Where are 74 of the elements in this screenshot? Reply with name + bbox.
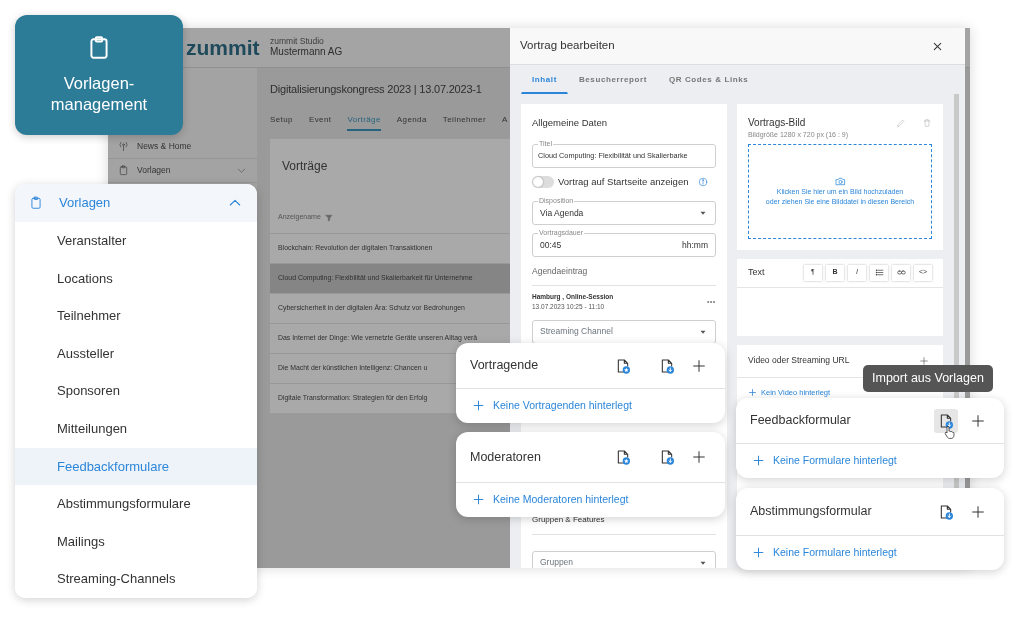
plus-icon (691, 449, 707, 465)
menu-item[interactable]: Mailings (15, 522, 257, 561)
tab[interactable]: Event (308, 113, 332, 131)
list-button[interactable] (870, 264, 888, 281)
document-star-icon (615, 449, 631, 465)
tab[interactable]: Setup (270, 113, 293, 131)
add-link[interactable]: Keine Formulare hinterlegt (773, 544, 897, 561)
org-name: Mustermann AG (270, 46, 343, 59)
plus-icon (970, 503, 986, 520)
dialog-title: Vortrag bearbeiten (520, 38, 615, 54)
tab[interactable]: QR Codes & Links (657, 66, 760, 94)
menu-item[interactable]: Locations (15, 259, 257, 298)
menu-item[interactable]: Teilnehmer (15, 297, 257, 335)
cursor-icon (943, 424, 958, 440)
plus-icon[interactable] (919, 355, 929, 366)
add-link[interactable]: Keine Vortragenden hinterlegt (493, 397, 632, 414)
event-title: Digitalisierungskongress 2023 | 13.07.2023-1 (270, 82, 482, 97)
card-title: Feedbackformular (750, 412, 851, 430)
tooltip: Import aus Vorlagen (863, 365, 993, 392)
card-title: Video oder Streaming URL (748, 354, 850, 367)
card-title: Moderatoren (470, 448, 541, 466)
menu-header[interactable]: Vorlagen (15, 184, 257, 222)
toggle-switch[interactable] (532, 176, 554, 189)
card-title: Vortragende (470, 357, 539, 375)
menu-item[interactable]: Feedbackformulare (15, 447, 257, 486)
section-heading: Agendaeintrag (532, 265, 716, 286)
menu-item[interactable]: Aussteller (15, 334, 257, 373)
plus-icon (748, 387, 757, 397)
menu-item[interactable]: Veranstalter (15, 222, 257, 260)
card-title: Vorträge (282, 158, 328, 173)
close-icon[interactable] (932, 40, 943, 52)
tab[interactable]: Agenda (396, 113, 427, 131)
link-button[interactable] (892, 264, 910, 281)
add-link[interactable]: Keine Formulare hinterlegt (773, 452, 897, 469)
add-link[interactable]: Keine Moderatoren hinterlegt (493, 491, 629, 508)
badge-title: Vorlagen-management (49, 73, 149, 115)
plus-icon[interactable] (752, 546, 765, 559)
org-label: zummit Studio (270, 36, 325, 47)
tab[interactable]: Teilnehmer (442, 113, 486, 131)
document-download-icon (938, 412, 954, 429)
link-icon (896, 268, 906, 277)
logo: zummit (186, 37, 260, 58)
document-download-icon (659, 449, 675, 465)
unit-label: hh:mm (682, 238, 708, 252)
list-icon (874, 268, 884, 277)
filter-icon[interactable] (324, 213, 333, 222)
clipboard-icon (29, 196, 43, 210)
plus-icon (691, 357, 707, 374)
tab[interactable]: Besucherreport (567, 66, 658, 94)
tab[interactable]: Inhalt (521, 66, 568, 94)
toggle-label: Vortrag auf Startseite anzeigen (558, 175, 689, 190)
import-button[interactable] (934, 408, 958, 433)
select-field[interactable]: Gruppen (532, 550, 716, 568)
section-heading: Allgemeine Daten (532, 116, 608, 130)
plus-icon[interactable] (472, 493, 485, 506)
sidebar-item[interactable]: Vorlagen (108, 159, 257, 183)
plus-icon (970, 412, 986, 429)
menu-item[interactable]: Mitteilungen (15, 409, 257, 448)
tab[interactable]: A (501, 113, 508, 131)
document-download-icon (659, 357, 675, 374)
plus-icon[interactable] (472, 399, 485, 412)
card-title: Text (748, 265, 765, 279)
card-title: Abstimmungsformular (750, 503, 872, 521)
document-download-icon (938, 503, 954, 520)
clipboard-icon (118, 165, 129, 176)
menu-item[interactable]: Streaming-Channels (15, 560, 257, 598)
menu-item[interactable]: Abstimmungsformulare (15, 485, 257, 523)
plus-icon[interactable] (752, 454, 765, 467)
card-title: Vortrags-Bild (748, 116, 806, 130)
antenna-icon (118, 141, 129, 152)
menu-item[interactable]: Sponsoren (15, 372, 257, 410)
info-icon[interactable] (698, 177, 709, 188)
document-star-icon (615, 357, 631, 374)
camera-icon (834, 175, 846, 187)
